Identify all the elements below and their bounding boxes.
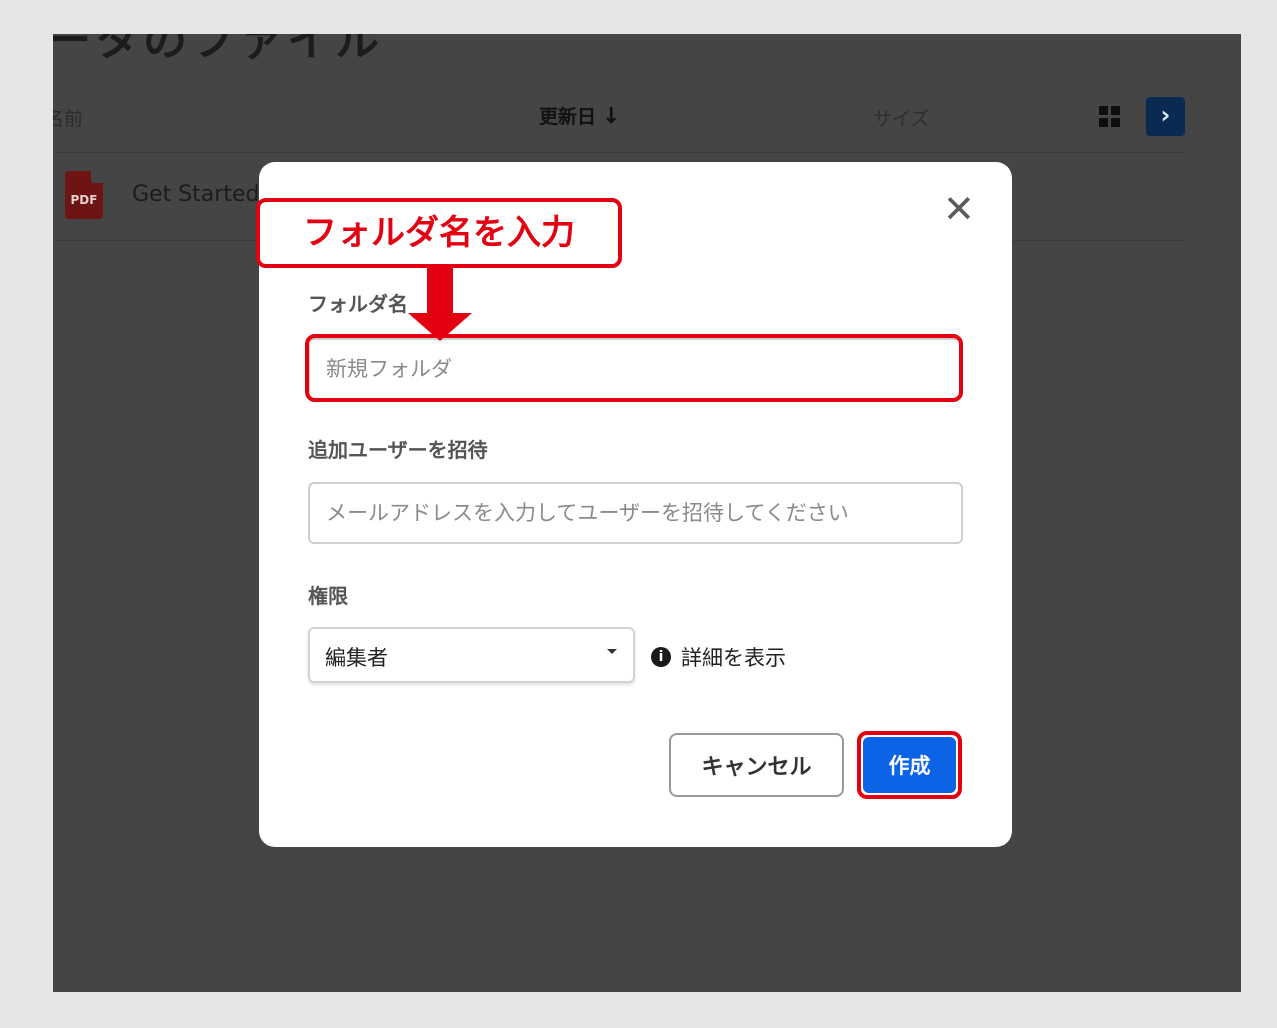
info-icon: i (651, 647, 671, 667)
invite-email-input[interactable] (308, 482, 963, 544)
callout-arrow-shaft (427, 268, 453, 316)
permission-label: 権限 (308, 584, 348, 608)
chevron-right-icon[interactable]: › (1146, 97, 1185, 136)
invite-users-label: 追加ユーザーを招待 (308, 438, 488, 462)
grid-view-icon[interactable] (1099, 106, 1121, 128)
dropdown-caret-icon (607, 649, 617, 654)
permission-selected-value: 編集者 (325, 646, 388, 670)
show-details-link[interactable]: i 詳細を表示 (651, 642, 786, 672)
cancel-button[interactable]: キャンセル (669, 733, 844, 797)
instruction-callout: フォルダ名を入力 (256, 198, 622, 268)
create-button[interactable]: 作成 (863, 737, 956, 793)
sort-down-arrow-icon: ↓ (602, 104, 621, 129)
close-icon[interactable]: ✕ (943, 190, 975, 228)
page-title: ータのファイル (53, 34, 383, 66)
permission-select[interactable]: 編集者 (308, 627, 635, 683)
header-divider (53, 152, 1185, 153)
column-header-updated-label: 更新日 (539, 106, 597, 128)
show-details-label: 詳細を表示 (681, 646, 786, 670)
column-header-name[interactable]: 名前 (53, 104, 83, 131)
folder-name-label: フォルダ名 (308, 292, 408, 316)
callout-arrow-head-icon (408, 313, 472, 341)
folder-name-input[interactable] (308, 338, 963, 400)
pdf-file-icon: PDF (65, 171, 103, 219)
file-name: Get Started (132, 182, 260, 207)
column-header-size[interactable]: サイズ (873, 104, 929, 131)
column-header-updated[interactable]: 更新日 ↓ (539, 102, 620, 129)
